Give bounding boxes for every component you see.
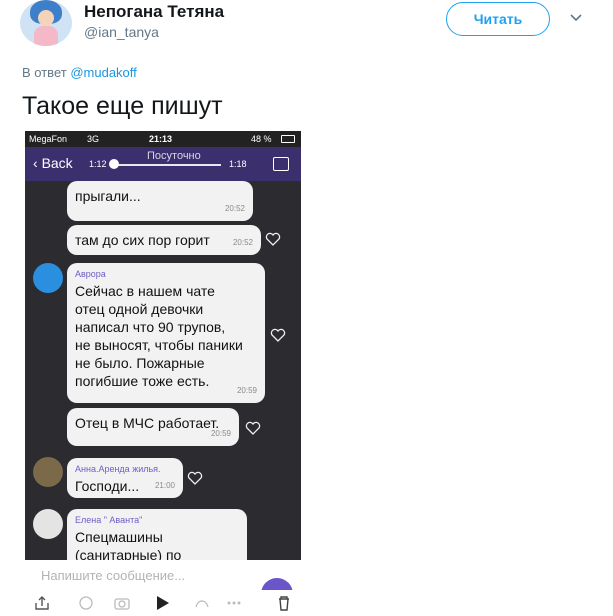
trash-icon[interactable] (275, 595, 293, 611)
message-bubble: там до сих пор горит 20:52 (67, 225, 261, 255)
message-time: 20:59 (210, 429, 231, 438)
message-text: там до сих пор горит (75, 232, 210, 248)
video-time-total: 1:18 (229, 159, 247, 169)
message-input[interactable]: Напишите сообщение... (25, 560, 301, 590)
more-icon[interactable] (225, 595, 243, 611)
message-bubble: Анна.Аренда жилья. Господи... 21:00 (67, 458, 183, 498)
chat-title: Посуточно (147, 150, 201, 162)
message-sender[interactable]: Елена " Аванта" (75, 515, 239, 526)
reply-mention-link[interactable]: @mudakoff (70, 65, 136, 80)
follow-button[interactable]: Читать (446, 2, 550, 36)
pip-icon[interactable] (273, 157, 289, 171)
phone-status-bar: MegaFon 3G 21:13 48 % (25, 131, 301, 147)
message-text: прыгали... (75, 188, 141, 204)
message-text: Отец в МЧС работает. (75, 415, 220, 431)
chat-nav-bar: ‹ Back Посуточно 1:12 1:18 (25, 147, 301, 181)
camera-icon[interactable] (113, 595, 131, 611)
author-display-name[interactable]: Непогана Тетяна (84, 2, 224, 22)
video-progress-knob[interactable] (109, 159, 119, 169)
sender-avatar-elena[interactable] (33, 509, 63, 539)
message-sender[interactable]: Анна.Аренда жилья. (75, 464, 175, 475)
network-label: 3G (87, 134, 100, 144)
heart-icon[interactable] (270, 328, 286, 342)
message-line: погибшие тоже есть. (75, 373, 210, 389)
heart-icon[interactable] (187, 471, 203, 485)
tweet-text: Такое еще пишут (22, 92, 223, 120)
message-bubble: прыгали... 20:52 (67, 181, 253, 221)
sender-avatar-anna[interactable] (33, 457, 63, 487)
sticker-icon[interactable] (193, 595, 211, 611)
video-time-current: 1:12 (89, 159, 107, 169)
message-bubble: Отец в МЧС работает. 20:59 (67, 408, 239, 446)
play-icon[interactable] (153, 595, 171, 611)
clock-label: 21:13 (149, 134, 173, 144)
message-time: 20:52 (224, 204, 245, 213)
share-icon[interactable] (33, 595, 51, 611)
battery-icon (281, 135, 295, 143)
emoji-icon[interactable] (77, 595, 95, 611)
author-avatar[interactable] (20, 0, 72, 46)
avatar-body (34, 26, 58, 46)
author-handle[interactable]: @ian_tanya (84, 24, 159, 40)
message-time: 21:00 (154, 481, 175, 490)
sender-avatar-avrora[interactable] (33, 263, 63, 293)
message-line: не выносят, чтобы паники (75, 337, 243, 353)
chevron-down-icon[interactable] (568, 10, 584, 26)
heart-icon[interactable] (245, 421, 261, 435)
back-button[interactable]: ‹ Back (33, 155, 73, 171)
video-progress-track[interactable] (113, 164, 221, 166)
message-line: отец одной девочки (75, 301, 204, 317)
message-line: Сейчас в нашем чате (75, 283, 215, 299)
message-sender[interactable]: Аврора (75, 269, 257, 280)
heart-icon[interactable] (265, 232, 281, 246)
back-label: Back (41, 155, 73, 171)
message-time: 20:52 (232, 238, 253, 247)
reply-prefix: В ответ (22, 65, 67, 80)
attached-screenshot[interactable]: MegaFon 3G 21:13 48 % ‹ Back Посуточно 1… (25, 131, 301, 616)
chat-toolbar (25, 590, 301, 616)
message-line: написал что 90 трупов, (75, 319, 226, 335)
reply-context: В ответ @mudakoff (22, 65, 137, 80)
avatar-face (38, 10, 54, 26)
carrier-label: MegaFon (29, 134, 68, 144)
message-bubble: Аврора Сейчас в нашем чате отец одной де… (67, 263, 265, 403)
message-input-placeholder: Напишите сообщение... (41, 568, 186, 583)
battery-label: 48 % (251, 134, 272, 144)
message-time: 20:59 (236, 386, 257, 395)
message-line: Спецмашины (75, 529, 163, 545)
message-line: не было. Пожарные (75, 355, 205, 371)
